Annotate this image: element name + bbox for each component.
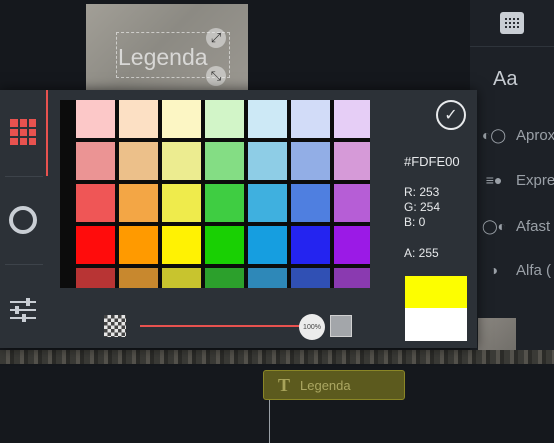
playhead[interactable] [269, 400, 270, 443]
color-swatch[interactable] [119, 226, 158, 264]
zoom-out-toggle-icon: ◯◐ [481, 217, 507, 234]
color-swatch[interactable] [162, 184, 201, 222]
zoom-in-toggle-icon: ◐◯ [481, 126, 507, 143]
color-swatch[interactable] [248, 142, 287, 180]
color-swatch[interactable] [76, 268, 115, 288]
color-swatch[interactable] [291, 226, 330, 264]
red-value: R: 253 [404, 185, 440, 199]
color-swatch[interactable] [119, 268, 158, 288]
caption-clip-label: Legenda [300, 377, 351, 393]
color-swatch[interactable] [162, 100, 201, 138]
color-swatch[interactable] [334, 184, 370, 222]
alpha-slider-track[interactable] [140, 325, 315, 327]
transparency-checker-icon [104, 315, 126, 337]
alpha-slider-knob[interactable]: 100% [299, 314, 325, 340]
video-preview[interactable]: Legenda ⤢ ⤡ [86, 4, 248, 96]
color-swatch[interactable] [119, 100, 158, 138]
color-swatch[interactable] [205, 142, 244, 180]
keyboard-icon[interactable] [500, 12, 524, 34]
color-swatch[interactable] [205, 226, 244, 264]
color-swatch[interactable] [291, 268, 330, 288]
swatch-grid [76, 100, 370, 288]
option-item-expre[interactable]: ≡● Expre [480, 167, 554, 193]
color-swatch[interactable] [248, 100, 287, 138]
color-swatch[interactable] [291, 184, 330, 222]
hex-value: #FDFE00 [404, 154, 460, 169]
palette-tab[interactable] [0, 112, 46, 152]
resize-handle-icon[interactable]: ⤡ [206, 66, 226, 86]
color-wheel-icon [9, 206, 37, 234]
panel-divider [470, 46, 554, 47]
color-wheel-tab[interactable] [0, 200, 46, 240]
adjust-sliders-icon [10, 298, 36, 322]
palette-grid-icon [10, 119, 36, 145]
color-swatch[interactable] [162, 226, 201, 264]
green-value: G: 254 [404, 200, 441, 214]
font-button[interactable]: Aa [493, 68, 517, 91]
express-motion-icon: ≡● [485, 172, 503, 188]
color-swatch[interactable] [119, 142, 158, 180]
color-swatch[interactable] [119, 184, 158, 222]
previous-color-preview [405, 308, 467, 341]
new-color-preview [405, 276, 467, 308]
color-swatch[interactable] [205, 268, 244, 288]
color-swatch[interactable] [334, 100, 370, 138]
color-swatch[interactable] [291, 100, 330, 138]
color-swatch[interactable] [248, 226, 287, 264]
alpha-value: A: 255 [404, 246, 439, 260]
color-preview [405, 276, 467, 341]
option-item-alfa[interactable]: ◑ Alfa ( [480, 257, 551, 283]
option-label: Afast [516, 217, 551, 235]
rotate-handle-icon[interactable]: ⤢ [206, 28, 226, 48]
caption-clip[interactable]: T Legenda [263, 370, 405, 400]
picker-tool-column [0, 90, 48, 348]
tool-divider [5, 264, 43, 265]
active-tool-indicator [46, 90, 48, 176]
option-label: Expre [516, 171, 554, 189]
alpha-slider-row: 100% [100, 312, 360, 342]
adjust-tab[interactable] [0, 290, 46, 330]
timeline-video-strip[interactable] [0, 350, 554, 364]
option-label: Alfa ( [516, 261, 552, 279]
option-item-afast[interactable]: ◯◐ Afast [480, 213, 550, 239]
color-swatch[interactable] [162, 268, 201, 288]
color-swatch[interactable] [248, 268, 287, 288]
text-clip-icon: T [278, 374, 291, 395]
color-swatch[interactable] [76, 184, 115, 222]
color-swatch[interactable] [334, 142, 370, 180]
color-swatch[interactable] [291, 142, 330, 180]
color-swatch[interactable] [205, 100, 244, 138]
option-label: Aprox [516, 126, 554, 144]
alpha-half-circle-icon: ◑ [489, 262, 499, 278]
color-swatch[interactable] [76, 142, 115, 180]
color-picker-dialog: 100% ✓ #FDFE00 R: 253 G: 254 B: 0 A: 255 [0, 90, 477, 348]
color-swatch[interactable] [248, 184, 287, 222]
tool-divider [5, 176, 43, 177]
option-item-aprox[interactable]: ◐◯ Aprox [480, 122, 554, 148]
color-swatch[interactable] [205, 184, 244, 222]
blue-value: B: 0 [404, 215, 426, 229]
confirm-checkmark-icon[interactable]: ✓ [436, 100, 466, 130]
color-swatch[interactable] [334, 268, 370, 288]
color-swatch[interactable] [334, 226, 370, 264]
color-swatch[interactable] [76, 100, 115, 138]
color-swatch[interactable] [162, 142, 201, 180]
swatch-palette [60, 100, 370, 288]
color-swatch[interactable] [76, 226, 115, 264]
opaque-end-icon [330, 315, 352, 337]
caption-preview-text: Legenda [118, 44, 208, 70]
